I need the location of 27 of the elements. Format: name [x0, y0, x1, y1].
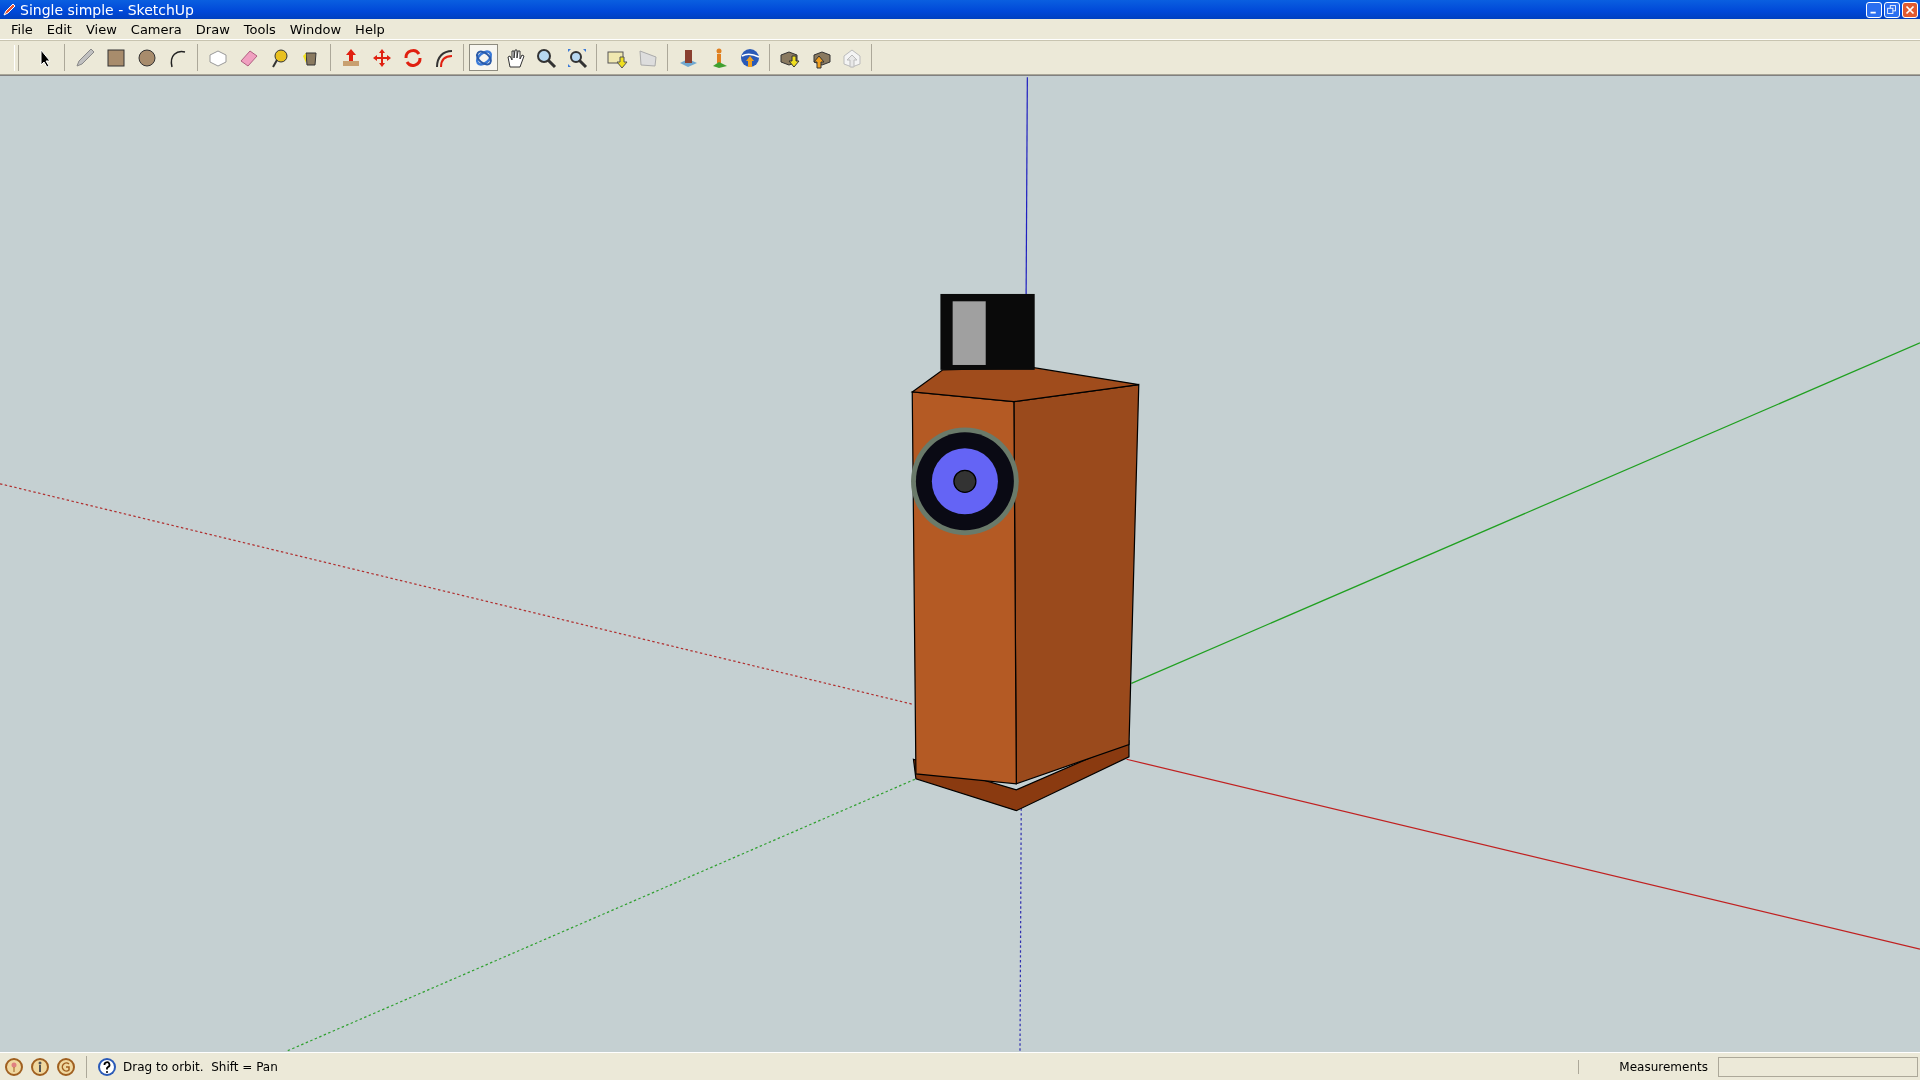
help-icon[interactable]	[97, 1056, 117, 1077]
menu-item[interactable]: Edit	[39, 21, 79, 37]
restore-button[interactable]	[1884, 1, 1900, 18]
window-title: Single simple - SketchUp	[20, 1, 195, 18]
menu-item[interactable]: File	[4, 21, 40, 37]
menu-item[interactable]: Tools	[236, 21, 283, 37]
minimize-button[interactable]	[1866, 1, 1882, 18]
menu-item[interactable]: Camera	[123, 21, 189, 37]
geo-location-icon[interactable]	[4, 1056, 24, 1077]
status-hint: Drag to orbit. Shift = Pan	[123, 1059, 279, 1074]
app-icon	[2, 2, 16, 17]
zoom-extents-icon	[565, 46, 588, 69]
tool-button[interactable]	[469, 44, 498, 72]
close-button[interactable]	[1902, 1, 1918, 18]
menu-item[interactable]: Draw	[188, 21, 237, 37]
menu-item[interactable]: Help	[348, 21, 392, 37]
globe-icon	[738, 46, 761, 69]
menu-item[interactable]: View	[78, 21, 124, 37]
magnifier-icon	[534, 46, 557, 69]
circle-icon	[135, 46, 158, 69]
rectangle-icon	[104, 46, 127, 69]
pencil-icon	[73, 46, 96, 69]
modeling-viewport[interactable]	[0, 75, 1920, 1053]
measurements-field[interactable]	[1718, 1056, 1918, 1077]
letter-g-icon[interactable]	[56, 1056, 76, 1077]
measurements-label: Measurements	[1578, 1059, 1712, 1074]
menu-item[interactable]: Window	[282, 21, 349, 37]
